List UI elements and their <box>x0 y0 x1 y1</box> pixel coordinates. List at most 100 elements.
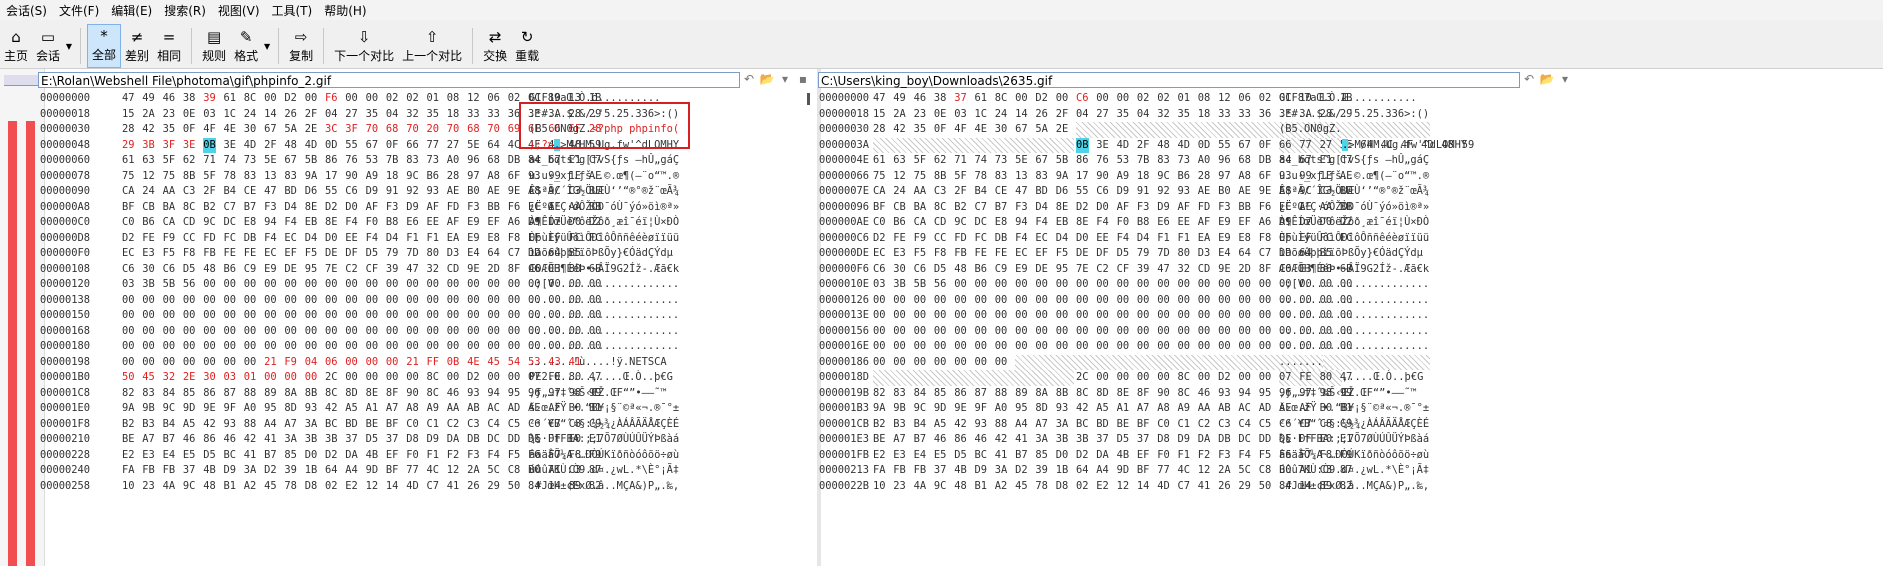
hex-byte: A8 <box>1238 169 1251 182</box>
hex-byte: 4D <box>406 479 419 492</box>
hex-byte: 02 <box>1258 92 1272 104</box>
hex-byte: D4 <box>1055 231 1069 244</box>
hex-byte: 55 <box>1076 185 1089 197</box>
hex-byte: 2A <box>467 464 480 476</box>
session-button[interactable]: ▭ 会话 ▼ <box>32 24 72 68</box>
hex-byte: AE <box>487 185 500 197</box>
swap-button[interactable]: ⇄ 交换 <box>479 24 511 68</box>
hex-byte: CC <box>933 231 947 244</box>
hex-byte: F4 <box>487 448 500 461</box>
chevron-down-icon[interactable]: ▼ <box>66 42 72 51</box>
home-button[interactable]: ⌂ 主页 <box>0 24 32 68</box>
format-button[interactable]: ✎ 格式 ▼ <box>230 24 270 68</box>
hex-byte: B7 <box>162 433 176 445</box>
hex-byte: 55 <box>345 138 358 151</box>
hex-byte: 50 <box>122 371 135 383</box>
hex-byte: 77 <box>406 464 419 476</box>
hex-byte: 74 <box>223 154 237 166</box>
hex-byte: 9C <box>1157 169 1170 182</box>
hex-byte: E2 <box>1096 479 1109 492</box>
same-icon: = <box>162 28 176 46</box>
row-text: ........................ <box>1279 340 1430 352</box>
hex-byte: BC <box>223 448 237 461</box>
row-offset: 00000180 <box>40 340 91 352</box>
hex-byte: 00 <box>325 278 338 290</box>
left-scrollbar[interactable] <box>807 93 810 105</box>
hex-byte: 02 <box>1157 92 1170 104</box>
hex-byte: C1 <box>426 417 440 430</box>
back-icon[interactable]: ↶ <box>1520 72 1538 88</box>
hex-byte: 4E <box>467 355 480 368</box>
hex-byte: C7 <box>1177 479 1191 492</box>
hex-byte: 00 <box>1015 278 1028 290</box>
same-button[interactable]: = 相同 <box>153 24 185 68</box>
right-hex-pane[interactable]: C:\Users\king_boy\Downloads\2635.gif ↶ 📂… <box>818 69 1881 566</box>
menu-item[interactable]: 帮助(H) <box>318 2 372 19</box>
save-icon[interactable]: ▪ <box>794 72 812 88</box>
hex-byte: 00 <box>507 278 521 290</box>
menu-item[interactable]: 编辑(E) <box>105 2 158 19</box>
left-hex-pane[interactable]: E:\Rolan\Webshell File\photoma\gif\phpin… <box>38 69 814 566</box>
hex-byte: 00 <box>142 293 155 306</box>
hex-byte: 21 <box>264 355 277 368</box>
hex-byte: 00 <box>1035 278 1048 290</box>
hex-byte: 9E <box>1218 262 1231 275</box>
back-icon[interactable]: ↶ <box>740 72 758 88</box>
hex-byte: B1 <box>223 479 237 492</box>
all-button[interactable]: * 全部 <box>87 24 122 68</box>
hex-byte: 00 <box>974 309 988 321</box>
hex-byte: 00 <box>1197 278 1211 290</box>
hex-byte: 00 <box>122 309 135 321</box>
hex-byte: 00 <box>385 293 399 306</box>
hex-byte: 3F <box>345 123 358 135</box>
hex-byte: 00 <box>1218 309 1231 321</box>
folder-icon[interactable]: 📂 <box>1538 72 1556 88</box>
hex-byte: B6 <box>426 169 440 182</box>
hex-byte: 9B <box>142 402 155 414</box>
hex-byte: 88 <box>243 386 257 399</box>
menu-item[interactable]: 搜索(R) <box>158 2 212 19</box>
menu-item[interactable]: 会话(S) <box>0 2 53 19</box>
menu-item[interactable]: 工具(T) <box>266 2 319 19</box>
hex-byte: 3E <box>182 138 196 151</box>
rules-button[interactable]: ▤ 规则 <box>198 24 230 68</box>
hex-byte: 8C <box>243 92 257 104</box>
hex-byte: 8C <box>426 386 440 399</box>
right-path-field[interactable]: C:\Users\king_boy\Downloads\2635.gif <box>818 72 1520 88</box>
row-offset: 000000F6 <box>819 262 870 275</box>
hex-byte: 00 <box>1238 371 1251 383</box>
hex-byte: DB <box>1258 154 1272 166</box>
hex-byte: B4 <box>913 417 927 430</box>
hex-byte: 61 <box>122 154 135 166</box>
hex-byte: AB <box>467 402 480 414</box>
hex-byte: 88 <box>243 417 257 430</box>
row-offset: 00000150 <box>40 309 91 321</box>
hex-byte: CD <box>933 216 947 228</box>
chevron-down-icon[interactable]: ▾ <box>776 72 794 88</box>
menu-item[interactable]: 视图(V) <box>212 2 266 19</box>
hex-byte: 00 <box>446 371 460 383</box>
hex-byte: C2 <box>345 262 358 275</box>
prev-diff-button[interactable]: ⇧ 上一个对比 <box>398 24 466 68</box>
folder-icon[interactable]: 📂 <box>758 72 776 88</box>
chevron-down-icon[interactable]: ▼ <box>264 42 270 51</box>
hex-byte: 67 <box>1015 123 1028 135</box>
hex-byte: DA <box>446 433 460 445</box>
hex-byte: 00 <box>1035 293 1048 306</box>
toolbar-label: 交换 <box>483 49 508 63</box>
row-text: ‚ƒ„…†‡ˆ‰Š‹ŒŽ.ŒF“”•–—˜™ <box>529 386 667 399</box>
diff-button[interactable]: ≠ 差别 <box>121 24 153 68</box>
menu-item[interactable]: 文件(F) <box>53 2 105 19</box>
hex-byte: A5 <box>1096 402 1109 414</box>
diff-overview-gutter[interactable] <box>0 69 45 566</box>
hex-byte: 9F <box>974 402 988 414</box>
chevron-down-icon[interactable]: ▾ <box>1556 72 1574 88</box>
copy-button[interactable]: ⇨ 复制 <box>285 24 317 68</box>
reload-button[interactable]: ↻ 重载 <box>511 24 543 68</box>
hex-byte: BC <box>325 417 338 430</box>
hex-byte: 96 <box>467 154 480 166</box>
left-path-field[interactable]: E:\Rolan\Webshell File\photoma\gif\phpin… <box>38 72 740 88</box>
hex-byte: 71 <box>954 154 967 166</box>
hex-byte: 64 <box>1076 464 1089 476</box>
next-diff-button[interactable]: ⇩ 下一个对比 <box>330 24 398 68</box>
